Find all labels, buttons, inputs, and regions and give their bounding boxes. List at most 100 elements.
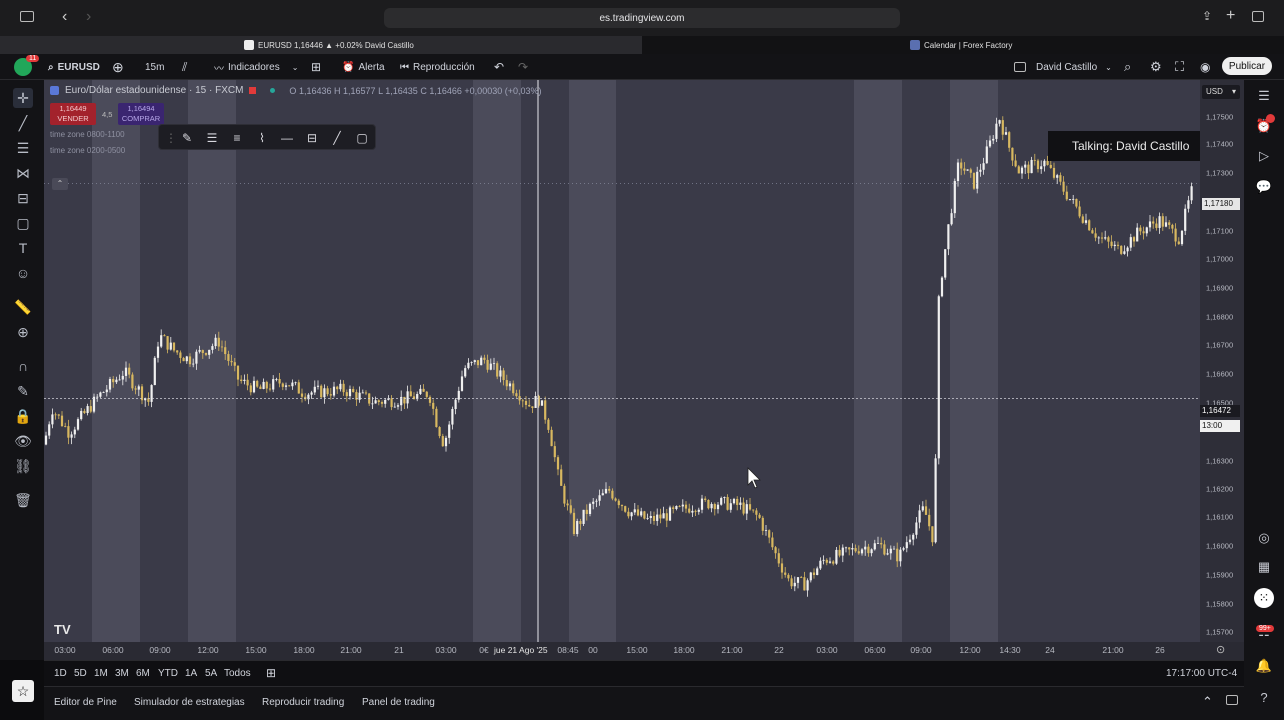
zoom-in-icon[interactable]: ⊕ — [13, 322, 33, 342]
camera-icon[interactable]: ◉ — [1200, 54, 1210, 80]
buy-button[interactable]: 1,16494 COMPRAR — [118, 103, 164, 125]
candle-body — [432, 402, 435, 409]
candle-body — [108, 379, 112, 390]
horizontal-line-icon[interactable]: — — [279, 130, 295, 146]
target-icon[interactable]: ◎ — [1254, 528, 1274, 548]
text-icon[interactable]: T — [13, 238, 33, 258]
sidebar-icon[interactable] — [20, 11, 34, 22]
share-icon[interactable]: ⇪ — [1202, 9, 1212, 23]
pitchfork-icon[interactable]: ⊟ — [304, 130, 320, 146]
maximize-panel-icon[interactable] — [1226, 695, 1238, 705]
watchlist-icon[interactable]: ☰ — [1254, 86, 1274, 106]
parallel-channel-icon[interactable]: ≡ — [229, 130, 245, 146]
session-indicator-2[interactable]: time zone 0200-0500 — [50, 146, 125, 155]
range-all[interactable]: Todos — [224, 668, 251, 679]
layout-user-button[interactable]: David Castillo ⌄ — [1014, 54, 1112, 80]
time-axis[interactable]: 03:00 06:00 09:00 12:00 15:00 18:00 21:00 21 03:… — [44, 642, 1244, 660]
back-icon[interactable]: ‹ — [62, 8, 67, 26]
tab-overview-icon[interactable] — [1252, 11, 1264, 22]
browser-tab-forexfactory[interactable]: Calendar | Forex Factory — [904, 36, 1012, 54]
timezone-clock[interactable]: 17:17:00 UTC-4 — [1166, 668, 1237, 679]
alert-button[interactable]: ⏰ Alerta — [342, 54, 385, 80]
compare-symbol-icon[interactable]: ⊕ — [112, 54, 124, 80]
calendar-icon[interactable]: ▦ — [1254, 557, 1274, 577]
forecast-icon[interactable]: ⊟ — [13, 188, 33, 208]
symbol-search-button[interactable]: ⌕ EURUSD — [48, 54, 100, 80]
replay-button[interactable]: ⏮ Reproducción — [400, 54, 475, 80]
redo-icon[interactable]: ↷ — [518, 54, 528, 80]
trend-line-icon[interactable]: ╱ — [329, 130, 345, 146]
lock-icon[interactable]: 🔒 — [13, 406, 33, 426]
crosshair-icon[interactable]: ✛ — [13, 88, 33, 108]
currency-selector[interactable]: USD ▾ — [1202, 85, 1240, 99]
fullscreen-icon[interactable]: ⛶ — [1175, 54, 1184, 80]
bell-icon[interactable]: 🔔 — [1254, 656, 1274, 676]
link-icon[interactable]: ⛓ — [13, 456, 33, 476]
time-tick-label: 21:00 — [340, 645, 362, 655]
pencil-icon[interactable]: ✎ — [179, 130, 195, 146]
undo-icon[interactable]: ↶ — [494, 54, 504, 80]
forward-icon[interactable]: › — [86, 8, 91, 26]
auto-scale-icon[interactable]: ⊙ — [1216, 643, 1225, 656]
interval-button[interactable]: 15m — [145, 54, 164, 80]
shapes-icon[interactable]: ▢ — [13, 213, 33, 233]
fib-retracement-icon[interactable]: ☰ — [13, 138, 33, 158]
range-1a[interactable]: 1A — [185, 668, 197, 679]
range-1d[interactable]: 1D — [54, 668, 67, 679]
emoji-icon[interactable]: ☺ — [13, 263, 33, 283]
new-tab-icon[interactable]: + — [1226, 7, 1235, 25]
tab-pine-editor[interactable]: Editor de Pine — [54, 697, 117, 708]
layouts-icon[interactable]: ⊞ — [311, 54, 321, 80]
indicators-button[interactable]: 〰 Indicadores ⌄ — [214, 54, 298, 80]
address-bar[interactable]: es.tradingview.com — [384, 8, 900, 28]
range-3m[interactable]: 3M — [115, 668, 129, 679]
chevron-up-icon[interactable]: ⌃ — [1202, 694, 1213, 710]
quick-search-icon[interactable]: ⌕ — [1124, 54, 1131, 80]
go-to-date-icon[interactable]: ⊞ — [266, 666, 276, 680]
help-icon[interactable]: ? — [1254, 687, 1274, 707]
range-5a[interactable]: 5A — [205, 668, 217, 679]
price-axis[interactable]: USD ▾ 1,17500 1,17400 1,17300 1,17100 1,17000… — [1200, 80, 1244, 642]
range-6m[interactable]: 6M — [136, 668, 150, 679]
price-chart[interactable]: Euro/Dólar estadounidense · 15 · FXCM O … — [44, 80, 1200, 642]
patterns-icon[interactable]: ⋈ — [13, 163, 33, 183]
candles-type-icon[interactable]: ⫽ — [182, 54, 187, 80]
star-icon[interactable]: ☆ — [12, 680, 34, 702]
chart-canvas[interactable] — [44, 80, 1200, 642]
eye-icon[interactable]: 👁 — [13, 431, 33, 451]
tab-replay-trading[interactable]: Reproducir trading — [262, 697, 344, 708]
magnet-icon[interactable]: ∩ — [13, 356, 33, 376]
candle-body — [444, 437, 448, 447]
settings-icon[interactable]: ⚙ — [1150, 54, 1162, 80]
sell-button[interactable]: 1,16449 VENDER — [50, 103, 96, 125]
trash-icon[interactable]: 🗑 — [13, 490, 33, 510]
price-tick-label: 1,17300 — [1206, 168, 1234, 178]
browser-tab-active[interactable]: EURUSD 1,16446 ▲ +0.02% David Castillo — [0, 36, 642, 54]
legend-title[interactable]: Euro/Dólar estadounidense · 15 · FXCM — [65, 85, 243, 96]
ruler-icon[interactable]: 📏 — [13, 297, 33, 317]
tab-strategy-tester[interactable]: Simulador de estrategias — [134, 697, 245, 708]
candle-body — [617, 500, 620, 506]
trend-line-icon[interactable]: ╱ — [13, 113, 33, 133]
candle-body — [361, 392, 364, 394]
drag-handle-icon[interactable]: ⋮ — [163, 130, 179, 146]
session-indicator-1[interactable]: time zone 0800-1100 — [50, 130, 125, 139]
horizontal-ray-icon[interactable]: ☰ — [204, 130, 220, 146]
publish-button[interactable]: Publicar — [1222, 57, 1272, 75]
collapse-legend-button[interactable]: ⌃ — [52, 178, 68, 190]
range-ytd[interactable]: YTD — [158, 668, 178, 679]
range-1m[interactable]: 1M — [94, 668, 108, 679]
candle-body — [1107, 237, 1110, 242]
play-icon[interactable]: ▷ — [1254, 146, 1274, 166]
apps-grid-icon[interactable]: ⁙ — [1254, 588, 1274, 608]
candle-body — [96, 396, 99, 398]
tab-trading-panel[interactable]: Panel de trading — [362, 697, 435, 708]
range-5d[interactable]: 5D — [74, 668, 87, 679]
user-avatar[interactable]: 11 — [14, 54, 40, 80]
rectangle-icon[interactable]: ▢ — [354, 130, 370, 146]
chat-icon[interactable]: 💬 — [1254, 177, 1274, 197]
candle-body — [86, 406, 89, 414]
path-icon[interactable]: ⌇ — [254, 130, 270, 146]
tradingview-logo[interactable]: TV — [54, 622, 71, 637]
stay-drawing-icon[interactable]: ✎ — [13, 381, 33, 401]
